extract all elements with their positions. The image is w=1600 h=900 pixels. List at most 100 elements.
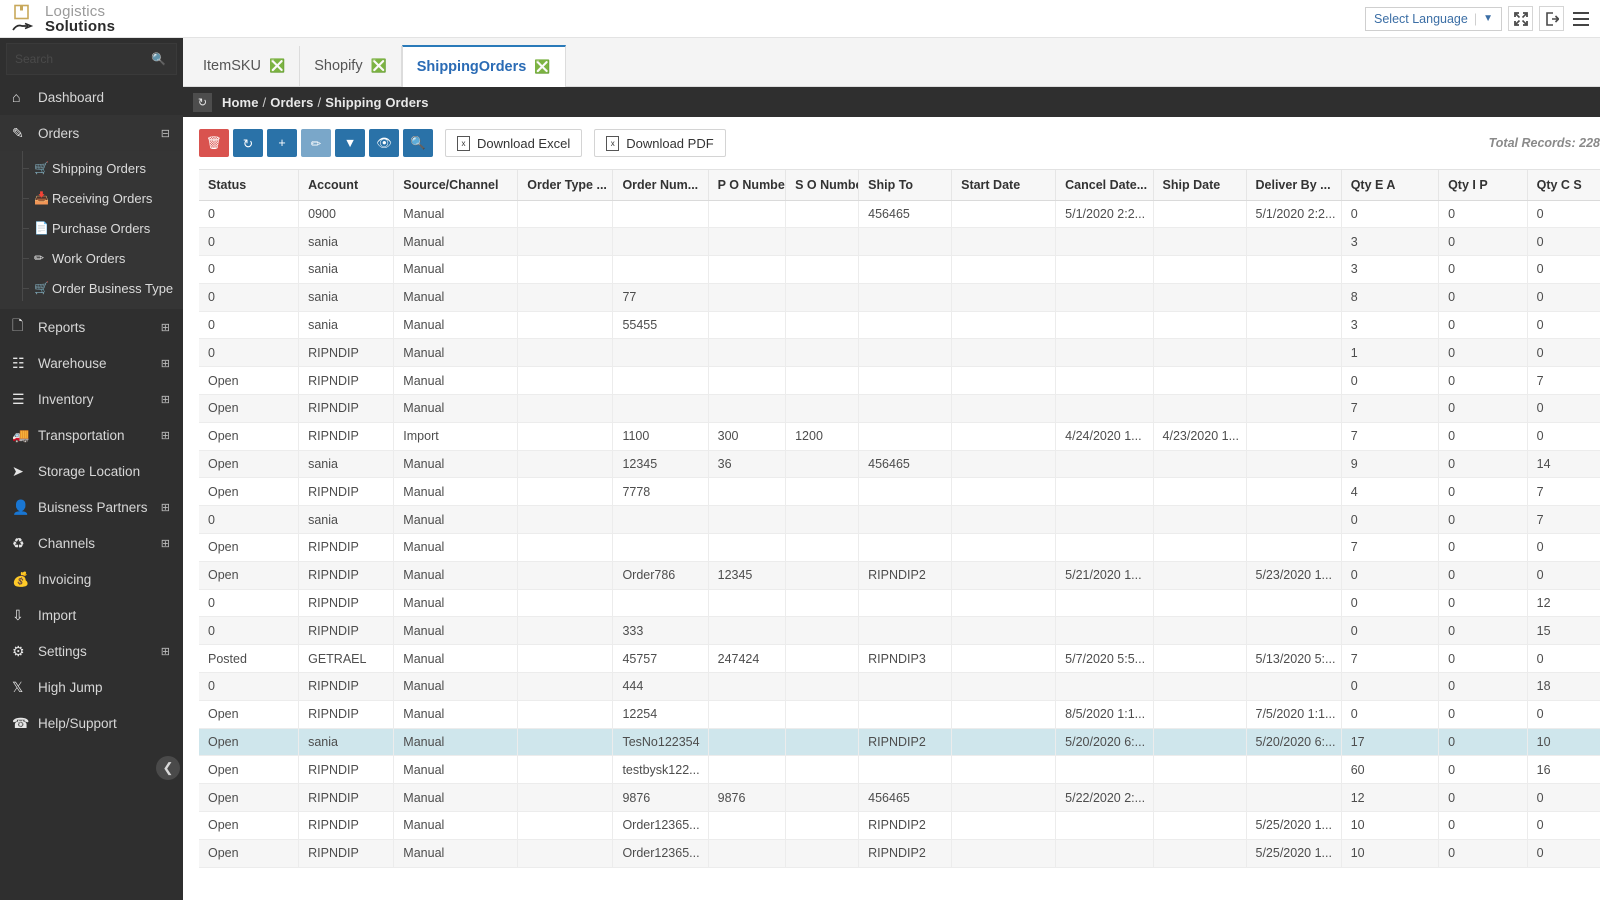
language-select[interactable]: Select Language | ▼ — [1365, 6, 1502, 31]
column-header-ship-date[interactable]: Ship Date — [1153, 170, 1247, 201]
table-cell: 0 — [1527, 422, 1600, 451]
sidebar-item-import[interactable]: ⇩ Import — [0, 597, 183, 633]
table-row[interactable]: Open RIPNDIP Manual Order786 12345 RIPNDIP2 5/… — [199, 561, 1600, 590]
sidebar-subitem-order-business-type[interactable]: 🛒 Order Business Type — [0, 273, 183, 303]
table-row[interactable]: 0 RIPNDIP Manual 444 0 0 18 — [199, 672, 1600, 701]
table-row[interactable]: Open sania Manual 12345 36 456465 9 0 14 — [199, 450, 1600, 479]
table-row[interactable]: 0 0900 Manual 456465 5/1/2020 2:2... 5/1/2020… — [199, 200, 1600, 229]
column-header-source-channel[interactable]: Source/Channel — [393, 170, 519, 201]
sidebar-item-warehouse[interactable]: ☷ Warehouse ⊞ — [0, 345, 183, 381]
table-row[interactable]: 0 RIPNDIP Manual 333 0 0 15 — [199, 616, 1600, 646]
column-header-s-o-numbe[interactable]: S O Numbe... — [785, 170, 860, 201]
sidebar-item-channels[interactable]: ♻ Channels ⊞ — [0, 525, 183, 561]
grid-scroll-container[interactable]: Status Account Source/Channel Order Type ..… — [199, 169, 1600, 882]
column-header-qty-i-p[interactable]: Qty I P — [1438, 170, 1528, 201]
table-row[interactable]: 0 sania Manual 77 8 0 0 — [199, 283, 1600, 312]
sidebar-item-help-support[interactable]: ☎ Help/Support — [0, 705, 183, 741]
sidebar-item-toggle-icon[interactable]: ⊞ — [161, 501, 170, 514]
tab-itemsku[interactable]: ItemSKU ❎ — [189, 46, 301, 86]
table-row[interactable]: Open RIPNDIP Manual 7778 4 0 7 — [199, 477, 1600, 507]
table-row[interactable]: Open RIPNDIP Manual Order12365... RIPNDIP2 5/… — [199, 811, 1600, 840]
sidebar-item-toggle-icon[interactable]: ⊞ — [161, 393, 170, 406]
tab-shopify[interactable]: Shopify ❎ — [300, 46, 402, 86]
table-row[interactable]: 0 sania Manual 3 0 0 — [199, 255, 1600, 284]
sidebar-subitem-shipping-orders[interactable]: 🛒 Shipping Orders — [0, 153, 183, 183]
table-row[interactable]: Open RIPNDIP Manual 7 0 0 — [199, 533, 1600, 562]
sidebar-item-inventory[interactable]: ☰ Inventory ⊞ — [0, 381, 183, 417]
table-row[interactable]: Open sania Manual TesNo122354 RIPNDIP2 5/20/2… — [199, 728, 1600, 757]
column-header-status[interactable]: Status — [199, 170, 300, 201]
sidebar-item-toggle-icon[interactable]: ⊞ — [161, 321, 170, 334]
sidebar-item-settings[interactable]: ⚙ Settings ⊞ — [0, 633, 183, 669]
close-icon[interactable]: ❎ — [269, 58, 285, 74]
fullscreen-button[interactable] — [1508, 6, 1533, 31]
sidebar-item-toggle-icon[interactable]: ⊞ — [161, 537, 170, 550]
table-row[interactable]: Open RIPNDIP Manual Order12365... RIPNDIP2 5/… — [199, 839, 1600, 868]
sidebar-collapse-button[interactable]: ❮ — [156, 756, 180, 780]
sidebar-search[interactable]: Search 🔍 — [6, 43, 177, 75]
logout-button[interactable] — [1539, 6, 1564, 31]
column-header-qty-e-a[interactable]: Qty E A — [1341, 170, 1440, 201]
table-row[interactable]: 0 RIPNDIP Manual 1 0 0 — [199, 338, 1600, 368]
column-header-order-num[interactable]: Order Num... — [612, 170, 709, 201]
column-header-account[interactable]: Account — [298, 170, 395, 201]
sidebar-item-orders[interactable]: ✎ Orders ⊟ — [0, 115, 183, 151]
sidebar-item-toggle-icon[interactable]: ⊞ — [161, 357, 170, 370]
add-button[interactable]: + — [267, 129, 297, 157]
main-menu-button[interactable] — [1570, 6, 1592, 32]
table-cell — [517, 700, 614, 729]
filter-button[interactable]: ▼ — [335, 129, 365, 157]
sidebar-subitem-purchase-orders[interactable]: 📄 Purchase Orders — [0, 213, 183, 243]
refresh-button[interactable]: ↻ — [233, 129, 263, 157]
column-header-deliver-by[interactable]: Deliver By ... — [1246, 170, 1342, 201]
delete-button[interactable]: 🗑 — [199, 129, 229, 157]
sidebar-item-high-jump[interactable]: 𝕏 High Jump — [0, 669, 183, 705]
table-row[interactable]: Open RIPNDIP Manual 7 0 0 — [199, 394, 1600, 423]
download-pdf-button[interactable]: x Download PDF — [594, 129, 726, 157]
breadcrumb-item-home[interactable]: Home — [222, 95, 259, 110]
hide-columns-button[interactable]: 👁 — [369, 129, 399, 157]
sidebar-item-storage-location[interactable]: ➤ Storage Location — [0, 453, 183, 489]
table-row[interactable]: Open RIPNDIP Manual testbysk122... 60 0 16 — [199, 755, 1600, 785]
download-excel-button[interactable]: x Download Excel — [445, 129, 583, 157]
brand-logo[interactable]: Logistics Solutions — [0, 0, 183, 38]
sidebar-item-buisness-partners[interactable]: 👤 Buisness Partners ⊞ — [0, 489, 183, 525]
sidebar-item-label: Channels — [38, 535, 96, 551]
column-header-p-o-numbe[interactable]: P O Numbe... — [708, 170, 787, 201]
table-row[interactable]: Open RIPNDIP Import 1100 300 1200 4/24/2020 1.… — [199, 422, 1600, 451]
close-icon[interactable]: ❎ — [371, 58, 387, 74]
close-icon[interactable]: ❎ — [534, 59, 550, 75]
edit-button[interactable]: ✏ — [301, 129, 331, 157]
table-cell: 0 — [1438, 255, 1528, 284]
sidebar-item-label: Help/Support — [38, 715, 117, 731]
column-header-qty-c-s[interactable]: Qty C S — [1527, 170, 1600, 201]
column-header-ship-to[interactable]: Ship To — [858, 170, 953, 201]
table-row[interactable]: Open RIPNDIP Manual 12254 8/5/2020 1:1... 7/5… — [199, 700, 1600, 729]
column-header-start-date[interactable]: Start Date — [951, 170, 1057, 201]
sidebar-item-invoicing[interactable]: 💰 Invoicing — [0, 561, 183, 597]
table-row[interactable]: 0 RIPNDIP Manual 0 0 12 — [199, 589, 1600, 618]
breadcrumb-item-shipping-orders[interactable]: Shipping Orders — [325, 95, 428, 110]
table-cell: 1100 — [612, 422, 709, 451]
table-row[interactable]: Open RIPNDIP Manual 9876 9876 456465 5/22/2020… — [199, 783, 1600, 813]
sidebar-item-toggle-icon[interactable]: ⊞ — [161, 429, 170, 442]
sidebar-item-toggle-icon[interactable]: ⊟ — [161, 127, 170, 140]
search-button[interactable]: 🔍 — [403, 129, 433, 157]
sidebar-item-dashboard[interactable]: ⌂ Dashboard — [0, 79, 183, 115]
table-row[interactable]: 0 sania Manual 55455 3 0 0 — [199, 311, 1600, 340]
search-input[interactable]: Search — [15, 52, 53, 66]
column-header-cancel-date[interactable]: Cancel Date... — [1055, 170, 1154, 201]
tab-shippingorders[interactable]: ShippingOrders ❎ — [401, 45, 566, 87]
sidebar-item-toggle-icon[interactable]: ⊞ — [161, 645, 170, 658]
sidebar-subitem-receiving-orders[interactable]: 📥 Receiving Orders — [0, 183, 183, 213]
table-row[interactable]: 0 sania Manual 0 0 7 — [199, 505, 1600, 535]
breadcrumb-item-orders[interactable]: Orders — [270, 95, 313, 110]
sidebar-item-transportation[interactable]: 🚚 Transportation ⊞ — [0, 417, 183, 453]
sidebar-subitem-work-orders[interactable]: ✏ Work Orders — [0, 243, 183, 273]
table-row[interactable]: Open RIPNDIP Manual 0 0 7 — [199, 366, 1600, 396]
column-header-order-type[interactable]: Order Type ... — [517, 170, 614, 201]
table-row[interactable]: 0 sania Manual 3 0 0 — [199, 227, 1600, 257]
breadcrumb-refresh-button[interactable]: ↻ — [193, 92, 212, 112]
table-row[interactable]: Posted GETRAEL Manual 45757 247424 RIPNDIP3 5/… — [199, 644, 1600, 674]
sidebar-item-reports[interactable]: 🗋 Reports ⊞ — [0, 309, 183, 345]
